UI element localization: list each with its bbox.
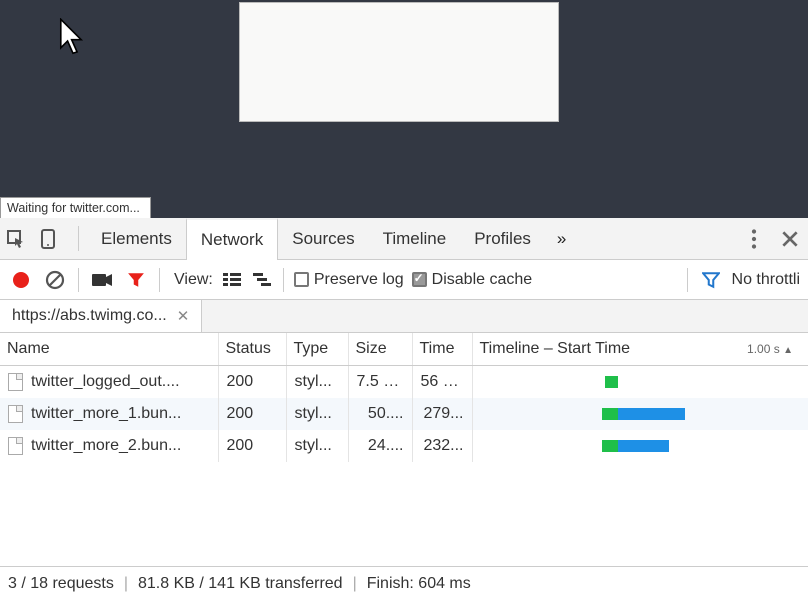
table-row[interactable]: twitter_more_2.bun... 200styl...24....232… — [0, 430, 808, 462]
disable-cache-checkbox[interactable]: Disable cache — [412, 271, 533, 289]
row-type: styl... — [286, 366, 348, 399]
request-subtab[interactable]: https://abs.twimg.co... ✕ — [0, 300, 202, 332]
row-waterfall — [472, 366, 808, 399]
table-header-row: Name Status Type Size Time Timeline – St… — [0, 333, 808, 366]
tab-timeline[interactable]: Timeline — [369, 218, 461, 259]
row-size: 7.5 KB — [348, 366, 412, 399]
inspect-element-icon[interactable] — [0, 218, 32, 260]
page-loading-box — [239, 2, 559, 122]
row-name: twitter_logged_out.... — [31, 373, 180, 391]
devtools-tabs-row: Elements Network Sources Timeline Profil… — [0, 218, 808, 260]
header-time[interactable]: Time — [412, 333, 472, 366]
preserve-log-label: Preserve log — [314, 271, 404, 289]
network-table: Name Status Type Size Time Timeline – St… — [0, 333, 808, 566]
timeline-tick-label: 1.00 s — [747, 342, 780, 356]
close-icon[interactable]: ✕ — [177, 307, 190, 325]
disable-cache-input[interactable] — [412, 272, 427, 287]
preserve-log-checkbox[interactable]: Preserve log — [294, 271, 404, 289]
header-name[interactable]: Name — [0, 333, 218, 366]
capture-screenshot-icon[interactable] — [89, 267, 115, 293]
tab-profiles[interactable]: Profiles — [460, 218, 545, 259]
tab-network[interactable]: Network — [186, 218, 278, 260]
tab-separator — [78, 226, 79, 251]
row-waterfall — [472, 398, 808, 430]
toolbar-separator — [159, 268, 160, 292]
sort-arrow-icon: ▲ — [783, 345, 793, 356]
throttle-label[interactable]: No throttli — [732, 271, 800, 289]
row-size: 24.... — [348, 430, 412, 462]
network-summary: 3 / 18 requests | 81.8 KB / 141 KB trans… — [0, 566, 808, 600]
toolbar-separator — [687, 268, 688, 292]
row-time: 56 ms — [412, 366, 472, 399]
summary-requests: 3 / 18 requests — [8, 575, 114, 593]
row-time: 232... — [412, 430, 472, 462]
device-mode-icon[interactable] — [32, 218, 64, 260]
summary-transferred: 81.8 KB / 141 KB transferred — [138, 575, 343, 593]
row-size: 50.... — [348, 398, 412, 430]
file-icon — [8, 405, 23, 423]
tab-elements[interactable]: Elements — [87, 218, 186, 259]
row-name: twitter_more_2.bun... — [31, 437, 181, 455]
disable-cache-label: Disable cache — [432, 271, 533, 289]
toolbar-separator — [78, 268, 79, 292]
row-time: 279... — [412, 398, 472, 430]
row-type: styl... — [286, 430, 348, 462]
filter-funnel-icon[interactable] — [698, 267, 724, 293]
header-status[interactable]: Status — [218, 333, 286, 366]
devtools-close-icon[interactable] — [772, 218, 808, 260]
devtools-menu-icon[interactable] — [736, 218, 772, 260]
table-row[interactable]: twitter_more_1.bun... 200styl...50....279… — [0, 398, 808, 430]
tabs-overflow-button[interactable]: » — [545, 218, 578, 259]
summary-finish: Finish: 604 ms — [367, 575, 471, 593]
waterfall-view-icon[interactable] — [251, 269, 273, 291]
clear-icon[interactable] — [42, 267, 68, 293]
tab-sources[interactable]: Sources — [278, 218, 368, 259]
file-icon — [8, 373, 23, 391]
header-timeline-label: Timeline – Start Time — [480, 340, 631, 358]
mouse-cursor-icon — [58, 18, 88, 56]
request-subtab-label: https://abs.twimg.co... — [12, 307, 167, 325]
page-loading-status: Waiting for twitter.com... — [0, 197, 151, 218]
row-waterfall — [472, 430, 808, 462]
file-icon — [8, 437, 23, 455]
row-status: 200 — [218, 430, 286, 462]
summary-separator: | — [124, 575, 128, 593]
row-type: styl... — [286, 398, 348, 430]
row-status: 200 — [218, 398, 286, 430]
browser-viewport: Waiting for twitter.com... — [0, 0, 808, 218]
filter-icon[interactable] — [123, 267, 149, 293]
header-type[interactable]: Type — [286, 333, 348, 366]
devtools-tabs-list: Elements Network Sources Timeline Profil… — [70, 218, 578, 259]
row-name: twitter_more_1.bun... — [31, 405, 181, 423]
summary-separator: | — [353, 575, 357, 593]
network-subtabs: https://abs.twimg.co... ✕ — [0, 300, 808, 333]
preserve-log-input[interactable] — [294, 272, 309, 287]
header-size[interactable]: Size — [348, 333, 412, 366]
header-timeline[interactable]: Timeline – Start Time 1.00 s ▲ — [472, 333, 808, 366]
row-status: 200 — [218, 366, 286, 399]
record-icon[interactable] — [8, 267, 34, 293]
network-toolbar: View: Preserve log Disable cache No thro… — [0, 260, 808, 300]
table-row[interactable]: twitter_logged_out.... 200styl...7.5 KB56… — [0, 366, 808, 399]
view-label: View: — [174, 271, 213, 289]
toolbar-separator — [283, 268, 284, 292]
devtools-panel: Elements Network Sources Timeline Profil… — [0, 218, 808, 600]
large-rows-icon[interactable] — [221, 269, 243, 291]
